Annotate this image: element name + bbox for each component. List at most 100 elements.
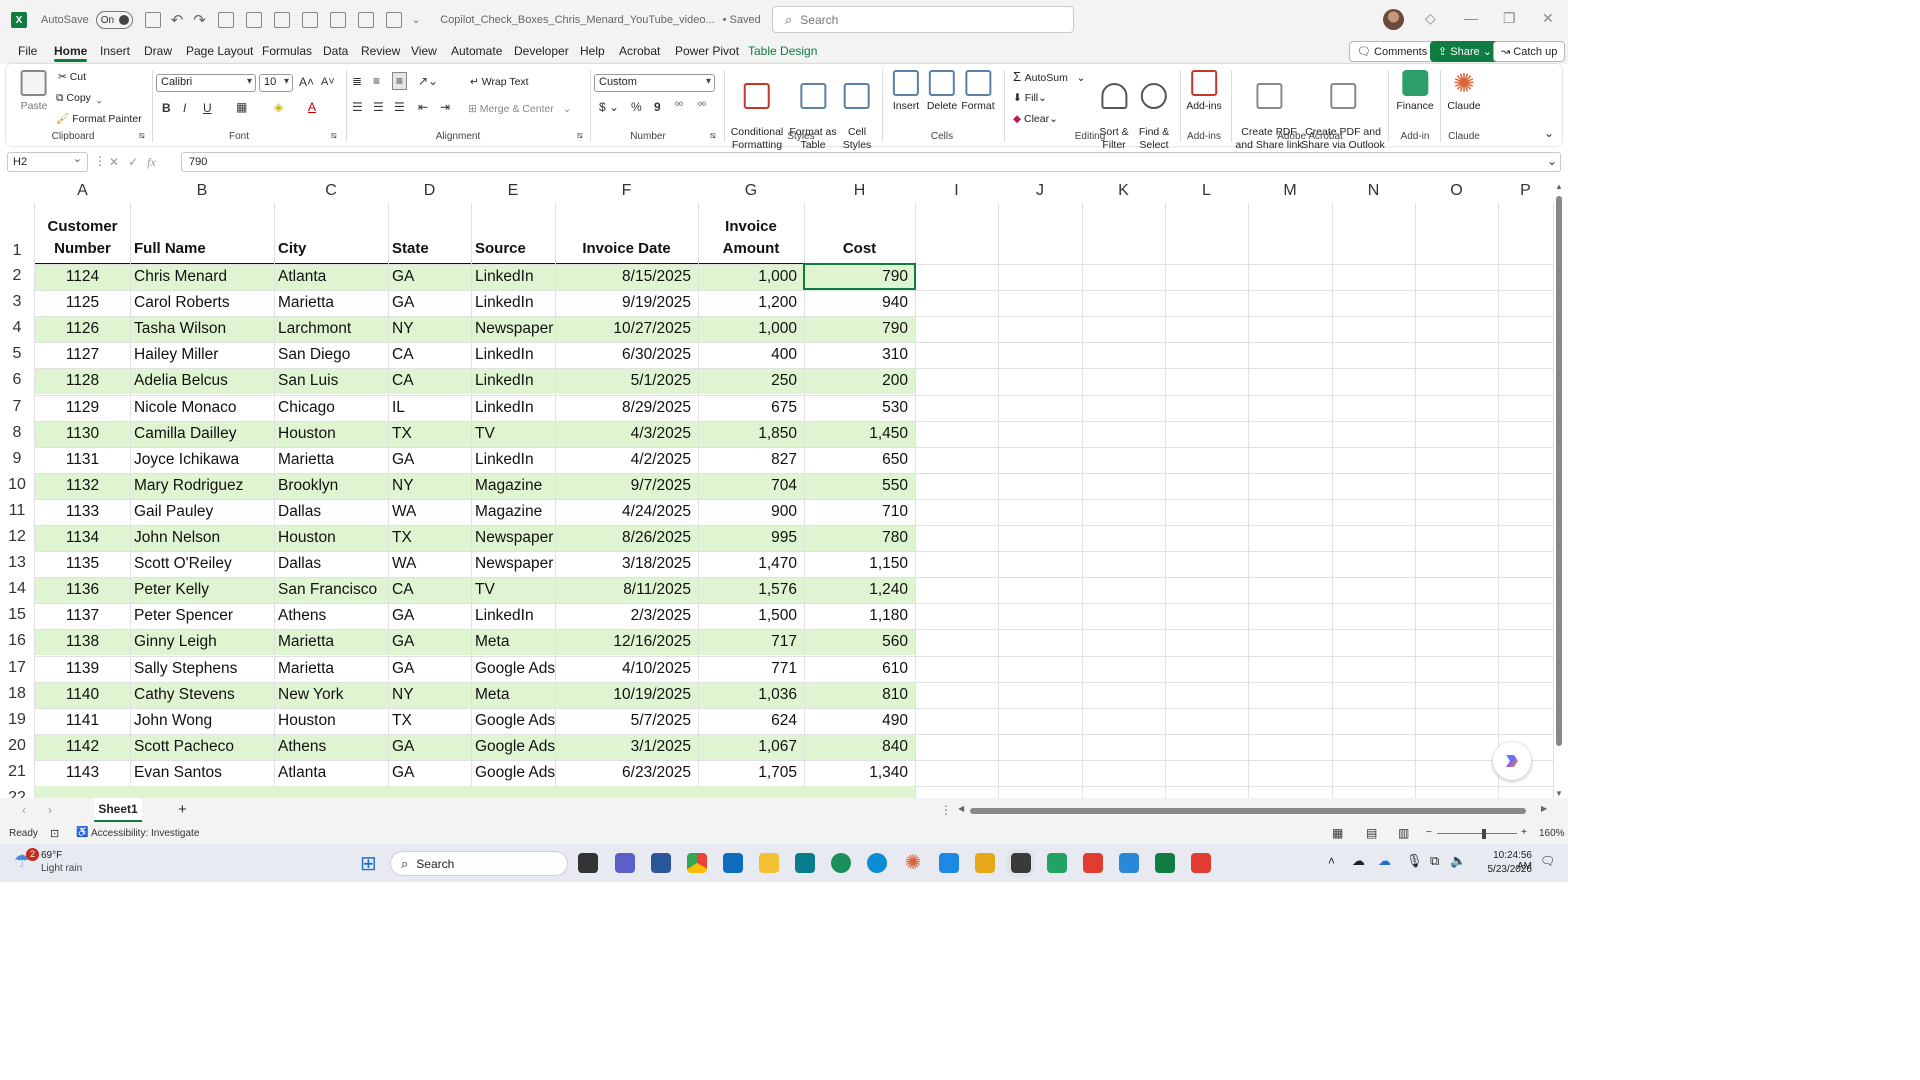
bold-icon[interactable]: B xyxy=(162,101,171,115)
scroll-up-icon[interactable]: ▲ xyxy=(1555,182,1563,191)
table-icon[interactable] xyxy=(301,12,318,28)
table-cell[interactable]: Brooklyn xyxy=(274,477,388,495)
autosum-button[interactable]: Σ AutoSum ⌄ xyxy=(1013,70,1085,85)
table-cell[interactable]: 3/1/2025 xyxy=(555,738,698,756)
table-cell[interactable]: Magazine xyxy=(471,477,555,495)
volume-icon[interactable]: 🔈 xyxy=(1450,853,1466,869)
scroll-left-icon[interactable]: ◀ xyxy=(958,804,964,813)
table-header-cell[interactable]: Invoice Date xyxy=(555,238,698,260)
insert-function-icon[interactable]: fx xyxy=(147,155,156,170)
paste-button[interactable]: Paste xyxy=(21,70,47,113)
table-cell[interactable]: 1141 xyxy=(35,712,130,730)
column-header[interactable]: K xyxy=(1082,182,1165,204)
next-sheet-icon[interactable]: › xyxy=(48,803,52,817)
font-color-icon[interactable]: A xyxy=(308,100,316,114)
page-break-view-icon[interactable]: ▥ xyxy=(1398,826,1409,840)
column-header[interactable]: D xyxy=(388,182,471,204)
table-cell[interactable]: 1,036 xyxy=(698,686,804,704)
table-cell[interactable]: 1131 xyxy=(35,451,130,469)
network-icon[interactable]: ⧉ xyxy=(1430,853,1439,869)
redo-icon[interactable]: ↷ xyxy=(193,11,206,29)
tab-developer[interactable]: Developer xyxy=(514,44,569,58)
table-cell[interactable]: LinkedIn xyxy=(471,399,555,417)
clear-button[interactable]: ◆ Clear⌄ xyxy=(1013,113,1058,126)
table-cell[interactable]: 1,340 xyxy=(804,764,915,782)
row-header[interactable]: 11 xyxy=(0,502,34,520)
row-header[interactable]: 9 xyxy=(0,450,34,468)
table-cell[interactable]: Scott O'Reiley xyxy=(130,555,274,573)
table-cell[interactable]: GA xyxy=(388,738,471,756)
table-cell[interactable]: 4/3/2025 xyxy=(555,425,698,443)
table-cell[interactable]: Magazine xyxy=(471,503,555,521)
table-cell[interactable]: GA xyxy=(388,294,471,312)
table-cell[interactable]: Houston xyxy=(274,425,388,443)
table-cell[interactable]: 1,705 xyxy=(698,764,804,782)
column-header[interactable]: N xyxy=(1332,182,1415,204)
table-cell[interactable]: 5/7/2025 xyxy=(555,712,698,730)
table-cell[interactable]: NY xyxy=(388,477,471,495)
table-cell[interactable]: 200 xyxy=(804,372,915,390)
row-header[interactable]: 10 xyxy=(0,476,34,494)
row-header[interactable]: 15 xyxy=(0,606,34,624)
table-cell[interactable]: Newspaper xyxy=(471,320,555,338)
customize-qat-icon[interactable]: ⌄ xyxy=(412,15,420,26)
table-cell[interactable]: Cathy Stevens xyxy=(130,686,274,704)
undo-icon[interactable]: ↶ xyxy=(171,11,184,29)
table-cell[interactable]: 560 xyxy=(804,633,915,651)
table-cell[interactable]: 1133 xyxy=(35,503,130,521)
table-cell[interactable]: 8/26/2025 xyxy=(555,529,698,547)
currency-icon[interactable]: $ ⌄ xyxy=(599,100,619,114)
app-icon[interactable] xyxy=(939,853,959,873)
table-cell[interactable]: 790 xyxy=(804,268,915,286)
column-header[interactable]: F xyxy=(555,182,698,204)
table-cell[interactable]: Newspaper xyxy=(471,529,555,547)
table-header-cell[interactable]: Full Name xyxy=(130,238,274,260)
table-cell[interactable]: Evan Santos xyxy=(130,764,274,782)
row-header[interactable]: 5 xyxy=(0,345,34,363)
table-header-cell[interactable]: Cost xyxy=(804,238,915,260)
table-cell[interactable]: Meta xyxy=(471,633,555,651)
zoom-out-icon[interactable]: − xyxy=(1426,827,1432,838)
table-cell[interactable]: GA xyxy=(388,451,471,469)
notifications-icon[interactable]: 🗨 xyxy=(1540,854,1555,868)
weather-widget[interactable]: ☂ 2 xyxy=(14,848,39,873)
tab-data[interactable]: Data xyxy=(323,44,348,58)
table-cell[interactable]: 1124 xyxy=(35,268,130,286)
table-cell[interactable]: 624 xyxy=(698,712,804,730)
row-header[interactable]: 20 xyxy=(0,737,34,755)
table-cell[interactable]: 6/30/2025 xyxy=(555,346,698,364)
table-cell[interactable]: San Diego xyxy=(274,346,388,364)
table-cell[interactable]: 2/3/2025 xyxy=(555,607,698,625)
table-cell[interactable]: Chris Menard xyxy=(130,268,274,286)
table-cell[interactable]: Tasha Wilson xyxy=(130,320,274,338)
table-cell[interactable]: 1143 xyxy=(35,764,130,782)
edge-icon[interactable] xyxy=(831,853,851,873)
expand-formula-icon[interactable]: ⌄ xyxy=(1547,154,1557,168)
claude-button[interactable]: ✺ Claude xyxy=(1447,70,1480,113)
catch-up-button[interactable]: ↝ Catch up xyxy=(1493,41,1566,62)
table-cell[interactable]: 9/19/2025 xyxy=(555,294,698,312)
vertical-scrollbar[interactable]: ▲ ▼ xyxy=(1553,182,1565,798)
file-title[interactable]: Copilot_Check_Boxes_Chris_Menard_YouTube… xyxy=(440,14,714,26)
align-right-icon[interactable]: ☰ xyxy=(394,100,405,114)
table-cell[interactable]: TV xyxy=(471,425,555,443)
outlook-icon[interactable] xyxy=(723,853,743,873)
table-cell[interactable]: 1135 xyxy=(35,555,130,573)
tab-draw[interactable]: Draw xyxy=(144,44,172,58)
clipboard-icon[interactable] xyxy=(217,12,234,28)
table-cell[interactable]: 650 xyxy=(804,451,915,469)
row-header[interactable]: 3 xyxy=(0,293,34,311)
collapse-ribbon-icon[interactable]: ⌄ xyxy=(1544,126,1554,140)
minimize-icon[interactable]: — xyxy=(1464,10,1478,26)
cut-button[interactable]: ✂ Cut xyxy=(58,71,86,84)
chrome-icon[interactable] xyxy=(687,853,707,873)
table-cell[interactable]: Marietta xyxy=(274,294,388,312)
table-cell[interactable]: 1128 xyxy=(35,372,130,390)
table-cell[interactable]: 10/27/2025 xyxy=(555,320,698,338)
table-cell[interactable]: 1,150 xyxy=(804,555,915,573)
insert-cells-button[interactable]: Insert xyxy=(893,70,919,113)
tab-review[interactable]: Review xyxy=(361,44,400,58)
table-cell[interactable]: LinkedIn xyxy=(471,607,555,625)
table-cell[interactable]: 530 xyxy=(804,399,915,417)
table-cell[interactable]: New York xyxy=(274,686,388,704)
